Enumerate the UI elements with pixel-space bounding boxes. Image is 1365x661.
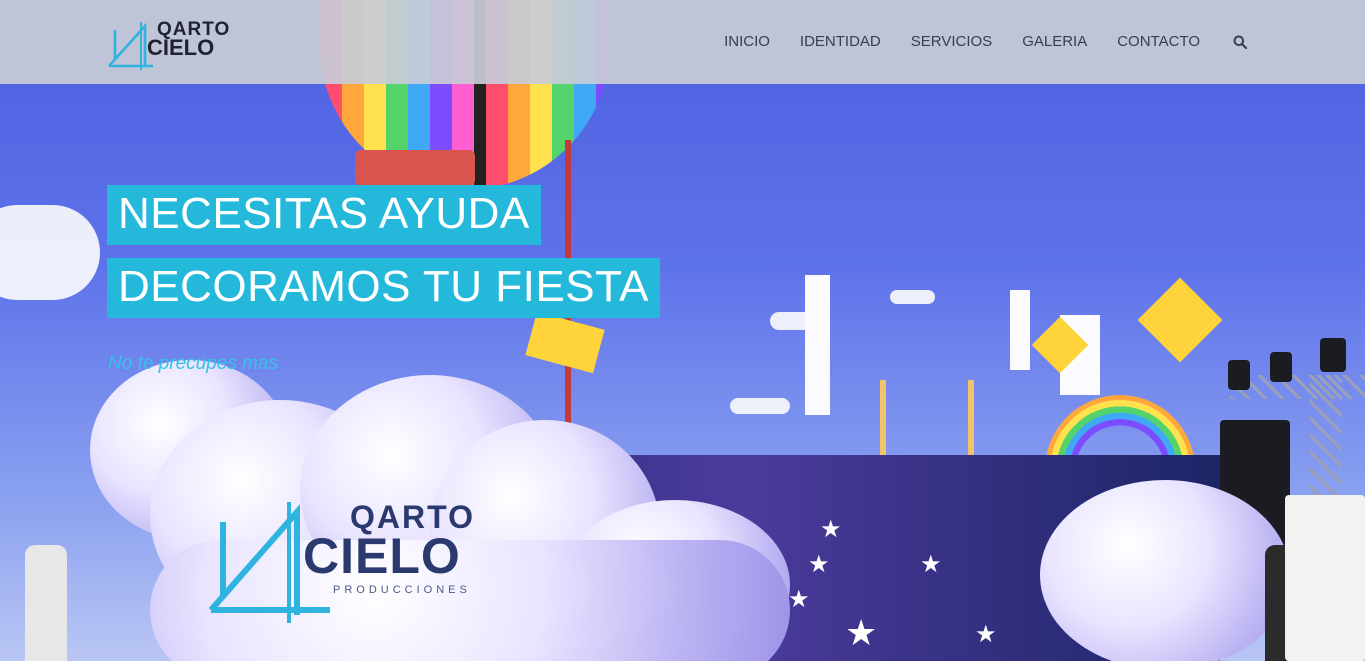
search-icon [1233,35,1247,49]
headline-line-1: NECESITAS AYUDA [107,185,541,245]
star-decoration: ★ [820,516,842,543]
stage-truss [1310,375,1342,505]
yellow-kite [1137,277,1223,363]
stage-light [1320,338,1346,372]
stage-light [1270,352,1292,382]
white-flag [805,275,830,415]
balloon-basket [355,150,475,186]
hero-headline: NECESITAS AYUDA DECORAMOS TU FIESTA [107,185,661,318]
stage-truss [1230,375,1365,399]
site-logo[interactable]: QARTO CIELO [107,20,237,70]
white-flag [1010,290,1030,370]
star-decoration: ★ [975,621,997,648]
star-decoration: ★ [808,551,830,578]
stage-light [1228,360,1250,390]
headline-line-2: DECORAMOS TU FIESTA [107,258,661,318]
sky-cloud [890,290,935,304]
watermark-logo: QARTO CIELO PRODUCCIONES [205,500,535,625]
logo-text-bottom: CIELO [147,35,215,60]
sky-cloud [0,205,100,300]
watermark-text-bottom: CIELO [303,528,461,584]
hero-tagline: No te precupes mas [108,353,279,374]
cotton-cloud [1040,480,1290,661]
nav-item-servicios[interactable]: SERVICIOS [911,33,992,51]
star-decoration: ★ [788,586,810,613]
watermark-text-sub: PRODUCCIONES [333,584,471,596]
navbar: QARTO CIELO INICIO IDENTIDAD SERVICIOS G… [0,0,1365,84]
nav-item-identidad[interactable]: IDENTIDAD [800,33,881,51]
nav-item-contacto[interactable]: CONTACTO [1117,33,1200,51]
bystander [25,545,67,661]
star-decoration: ★ [920,551,942,578]
search-button[interactable] [1232,33,1248,51]
star-decoration: ★ [845,612,878,653]
truck [1285,495,1365,661]
nav-item-inicio[interactable]: INICIO [724,33,770,51]
sky-cloud [730,398,790,414]
main-nav: INICIO IDENTIDAD SERVICIOS GALERIA CONTA… [694,33,1248,51]
nav-item-galeria[interactable]: GALERIA [1022,33,1087,51]
yellow-kite [525,311,605,374]
